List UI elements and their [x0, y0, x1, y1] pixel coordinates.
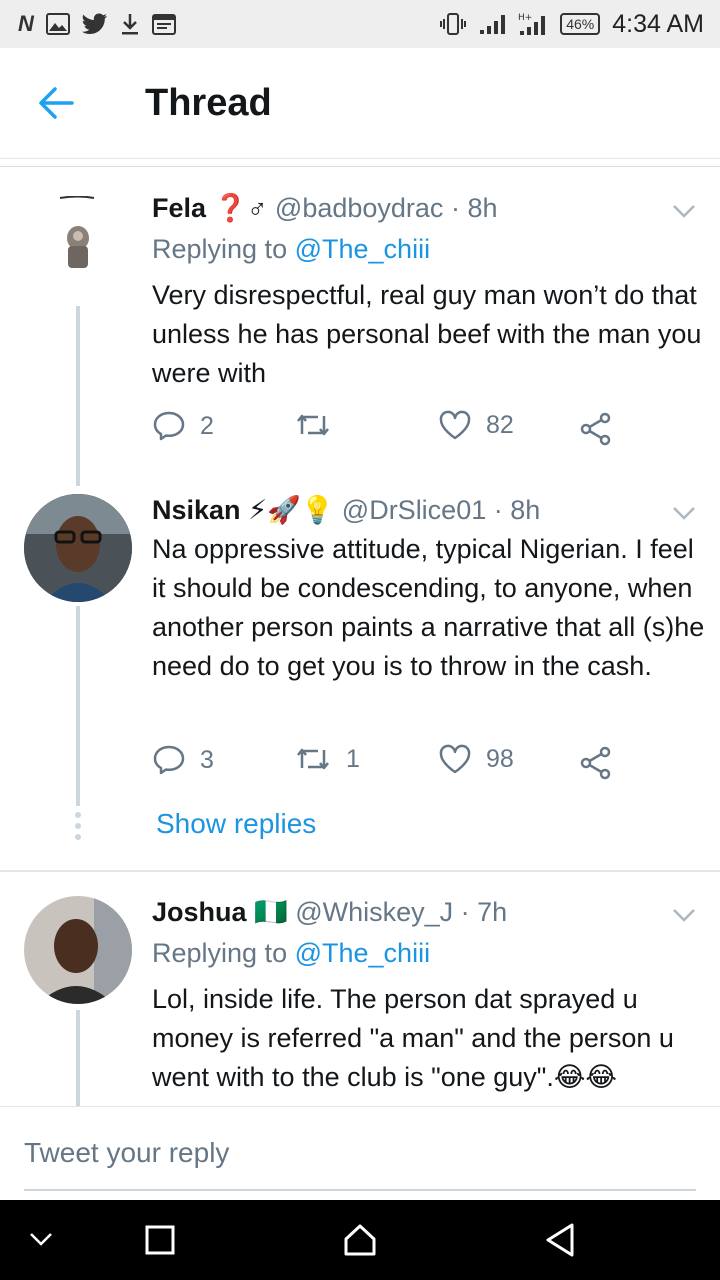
home-icon[interactable]	[342, 1222, 378, 1258]
tweet-text: Na oppressive attitude, typical Nigerian…	[152, 534, 705, 681]
chevron-down-icon[interactable]	[28, 1230, 54, 1248]
back-arrow-icon[interactable]	[38, 86, 74, 120]
retweet-button[interactable]: 1	[294, 744, 360, 774]
like-count: 98	[486, 744, 514, 773]
tweet-time: · 8h	[450, 193, 498, 223]
reply-input-underline	[24, 1189, 696, 1191]
replying-to: Replying to @The_chiii	[152, 938, 430, 969]
tweet-author-line: Fela ❓♂ @badboydrac · 8h	[152, 192, 497, 224]
calendar-icon	[151, 14, 176, 35]
retweet-icon	[297, 748, 329, 770]
battery-indicator: 46%	[560, 13, 601, 35]
author-handle: @DrSlice01	[341, 495, 487, 525]
system-icons: H+ 46% 4:34 AM	[440, 10, 704, 39]
reply-composer: Tweet your reply	[0, 1106, 720, 1201]
thread-dots	[74, 812, 82, 845]
retweet-count: 1	[346, 744, 360, 773]
clock: 4:34 AM	[612, 9, 704, 38]
author-emojis: 🇳🇬	[254, 897, 288, 927]
author-name[interactable]: Nsikan	[152, 495, 241, 525]
reply-button[interactable]: 3	[152, 744, 214, 776]
system-navigation-bar	[0, 1200, 720, 1280]
replying-to: Replying to @The_chiii	[152, 234, 430, 265]
author-handle: @badboydrac	[274, 193, 444, 223]
tweet-author-line: Joshua 🇳🇬 @Whiskey_J · 7h	[152, 896, 507, 928]
author-handle: @Whiskey_J	[295, 897, 454, 927]
share-icon[interactable]	[580, 746, 612, 780]
author-name[interactable]: Fela ❓♂	[152, 193, 267, 223]
status-bar: N H+ 46% 4:34 AM	[0, 0, 720, 48]
chevron-down-icon[interactable]	[672, 907, 696, 923]
retweet-icon	[297, 414, 329, 436]
chevron-down-icon[interactable]	[672, 505, 696, 521]
replying-prefix: Replying to	[152, 234, 288, 264]
page-title: Thread	[145, 82, 272, 124]
twitter-icon	[81, 13, 107, 35]
header-divider	[0, 166, 720, 167]
tweet-author-line: Nsikan ⚡🚀💡 @DrSlice01 · 8h	[152, 494, 540, 526]
tweet-text: Very disrespectful, real guy man won’t d…	[152, 280, 702, 388]
reply-icon	[153, 745, 185, 775]
heart-icon	[439, 744, 471, 774]
tweet-actions: 2 82	[152, 410, 622, 450]
thread-divider	[0, 870, 720, 872]
replying-to-link[interactable]: @The_chiii	[295, 938, 430, 968]
replying-to-link[interactable]: @The_chiii	[295, 234, 430, 264]
svg-text:H+: H+	[518, 13, 532, 23]
tweet-text: Lol, inside life. The person dat sprayed…	[152, 984, 674, 1092]
reply-button[interactable]: 2	[152, 410, 214, 442]
replying-prefix: Replying to	[152, 938, 288, 968]
download-icon	[121, 14, 138, 35]
back-triangle-icon[interactable]	[544, 1222, 576, 1258]
avatar[interactable]	[24, 494, 132, 602]
thread-connector	[76, 306, 80, 486]
reply-input[interactable]: Tweet your reply	[24, 1137, 229, 1169]
gallery-icon	[45, 13, 70, 35]
recents-square-icon[interactable]	[144, 1224, 176, 1256]
reply-icon	[153, 411, 185, 441]
signal-icon-2: H+	[518, 13, 546, 35]
share-icon[interactable]	[580, 412, 612, 446]
notification-icons: N	[18, 13, 176, 35]
thread-connector	[76, 606, 80, 806]
like-button[interactable]: 82	[438, 410, 514, 440]
signal-icon-1	[480, 15, 506, 34]
avatar[interactable]	[48, 196, 106, 276]
n-app-icon: N	[18, 11, 34, 36]
tweet-time: · 7h	[460, 897, 508, 927]
vibrate-icon	[440, 13, 467, 35]
avatar[interactable]	[24, 896, 132, 1004]
like-count: 82	[486, 410, 514, 439]
thread-connector	[76, 1010, 80, 1106]
chevron-down-icon[interactable]	[672, 203, 696, 219]
like-button[interactable]: 98	[438, 744, 514, 774]
show-replies-link[interactable]: Show replies	[156, 808, 316, 840]
reply-count: 2	[200, 411, 214, 440]
tweet-actions: 3 1 98	[152, 744, 622, 784]
top-bar: Thread	[0, 48, 720, 159]
heart-icon	[439, 410, 471, 440]
tweet-time: · 8h	[493, 495, 541, 525]
reply-count: 3	[200, 745, 214, 774]
author-name[interactable]: Joshua	[152, 897, 247, 927]
retweet-button[interactable]	[294, 410, 346, 440]
author-emojis: ⚡🚀💡	[248, 495, 335, 525]
